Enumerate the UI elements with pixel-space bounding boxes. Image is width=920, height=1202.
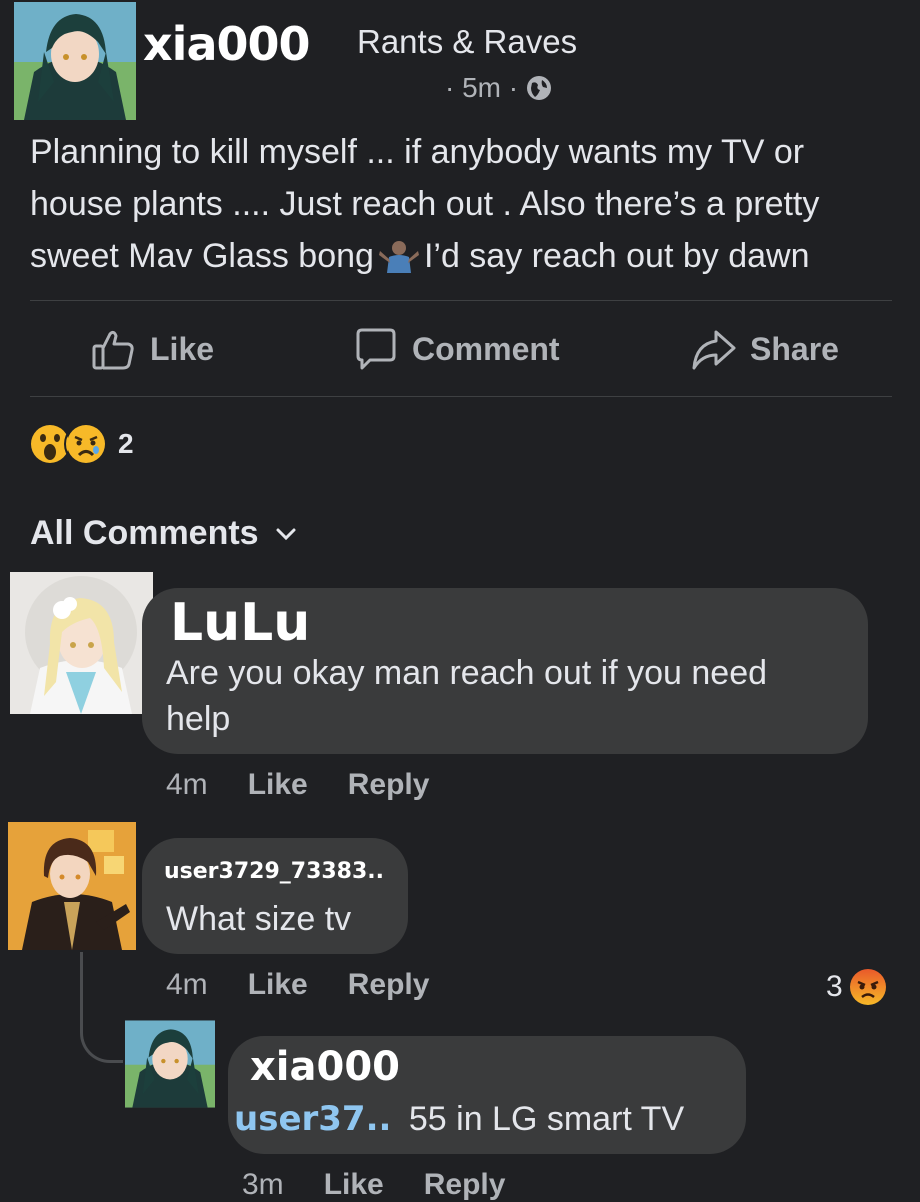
reaction-count: 2 [118,428,134,459]
comments-filter-dropdown[interactable]: All Comments [30,514,297,553]
comment-time: 4m [166,768,208,801]
post-author-name[interactable]: xia000 [143,16,310,72]
angry-reaction-icon [849,969,886,1005]
share-label: Share [750,330,839,367]
post-body: Planning to kill myself ... if anybody w… [30,126,900,282]
comment-text-line: help [166,700,231,738]
reply-time: 3m [242,1168,284,1201]
post-group-name[interactable]: Rants & Raves [357,22,577,62]
like-button[interactable]: Like [90,326,214,372]
shrug-emoji-icon [378,241,419,273]
comment-reply-button[interactable]: Reply [348,768,430,802]
comment-button[interactable]: Comment [352,326,560,372]
post-text-segment: I’d say reach out by dawn [423,237,810,275]
thumbs-up-icon [92,330,134,370]
comment-reply-button[interactable]: Reply [348,968,430,1002]
post-text-line: Planning to kill myself ... if anybody w… [30,133,805,171]
comment-author-name[interactable]: LuLu [170,592,310,654]
post-author-avatar[interactable] [14,2,136,120]
post-meta: · 5m · [445,70,552,106]
comment-avatar-lulu[interactable] [10,572,153,714]
comment-time: 4m [166,968,208,1001]
comment-reaction-count: 3 [826,970,843,1003]
comments-filter-label: All Comments [30,514,259,552]
comment-like-button[interactable]: Like [248,768,308,802]
reactions-summary[interactable]: 2 [28,422,134,466]
reply-meta: 3m Like Reply [242,1168,505,1202]
reply-reply-button[interactable]: Reply [424,1168,506,1202]
reply-mention-link[interactable]: user37.. [234,1099,391,1139]
post-time: · 5m · [445,72,519,103]
comment-reaction-badge[interactable]: 3 [826,968,887,1006]
reply-author-name[interactable]: xia000 [250,1042,400,1092]
reply-like-button[interactable]: Like [324,1168,384,1202]
reply-avatar-xia000[interactable] [125,1020,215,1108]
comment-meta: 4m Like Reply [166,768,429,802]
share-button[interactable]: Share [690,326,839,372]
post-text-segment: sweet Mav Glass bong [30,237,374,275]
comment-text: What size tv [166,900,352,938]
share-arrow-icon [692,330,736,370]
comment-meta: 4m Like Reply [166,968,429,1002]
post-divider-bottom [30,396,892,397]
comment-label: Comment [412,330,560,367]
reply-text-body: 55 in LG smart TV [408,1100,685,1138]
post-divider-top [30,300,892,301]
sad-reaction-icon [64,422,108,466]
comment-author-name[interactable]: user3729_73383.. [164,858,384,886]
globe-icon [527,76,552,100]
thread-connector-curve [80,1010,123,1063]
comment-icon [356,328,396,370]
comment-text-line: Are you okay man reach out if you need [166,654,768,692]
comment-avatar-user3729[interactable] [8,822,136,950]
like-label: Like [150,330,215,367]
post-text-line-3: sweet Mav Glass bong I’d say reach out b… [30,230,900,282]
comment-text: Are you okay man reach out if you need h… [166,650,856,742]
reply-text: user37.. 55 in LG smart TV [234,1096,684,1142]
post-text-line: house plants .... Just reach out . Also … [30,185,820,223]
comment-like-button[interactable]: Like [248,968,308,1002]
chevron-down-icon [276,528,296,540]
